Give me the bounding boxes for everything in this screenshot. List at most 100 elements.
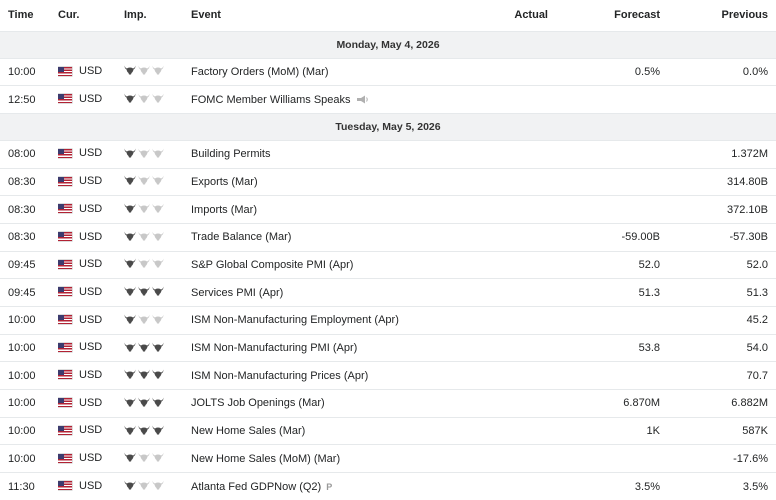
- forecast-value: [548, 140, 660, 169]
- event-name[interactable]: ISM Non-Manufacturing Prices (Apr): [191, 370, 368, 382]
- bull-icon: [138, 175, 150, 185]
- table-row[interactable]: 10:00 USD New Home Sales (MoM) (Mar) -17.6%: [0, 444, 776, 474]
- bull-icon: [152, 286, 164, 296]
- header-previous[interactable]: Previous: [660, 0, 776, 32]
- event-cell[interactable]: ISM Non-Manufacturing Employment (Apr): [191, 306, 481, 335]
- bull-icon: [138, 93, 150, 103]
- event-cell[interactable]: Exports (Mar): [191, 168, 481, 197]
- event-cell[interactable]: S&P Global Composite PMI (Apr): [191, 251, 481, 280]
- importance-bulls: [124, 65, 164, 75]
- importance-cell: [124, 334, 191, 363]
- event-name[interactable]: Atlanta Fed GDPNow (Q2): [191, 481, 321, 493]
- table-row[interactable]: 10:00 USD ISM Non-Manufacturing PMI (Apr) 5…: [0, 334, 776, 363]
- table-row[interactable]: 10:00 USD New Home Sales (Mar) 1K 587K: [0, 417, 776, 446]
- event-cell[interactable]: Imports (Mar): [191, 195, 481, 224]
- table-row[interactable]: 08:30 USD Imports (Mar) 372.10B: [0, 195, 776, 224]
- event-time: 12:50: [0, 85, 58, 114]
- event-name[interactable]: Exports (Mar): [191, 176, 258, 188]
- table-row[interactable]: 08:30 USD Exports (Mar) 314.80B: [0, 168, 776, 197]
- event-name[interactable]: New Home Sales (Mar): [191, 425, 305, 437]
- bull-icon: [124, 286, 136, 296]
- bull-icon: [152, 93, 164, 103]
- bull-icon: [138, 369, 150, 379]
- us-flag-icon: [58, 425, 72, 435]
- table-row[interactable]: 10:00 USD JOLTS Job Openings (Mar) 6.870M 6.…: [0, 389, 776, 418]
- currency-code: USD: [79, 285, 103, 298]
- event-cell[interactable]: Factory Orders (MoM) (Mar): [191, 58, 481, 87]
- table-row[interactable]: 08:30 USD Trade Balance (Mar) -59.00B -57.30…: [0, 223, 776, 252]
- us-flag-icon: [58, 94, 72, 104]
- table-row[interactable]: 09:45 USD Services PMI (Apr) 51.3 51.3: [0, 278, 776, 307]
- event-time: 08:30: [0, 223, 58, 252]
- event-time: 11:30: [8, 480, 35, 493]
- header-forecast[interactable]: Forecast: [548, 0, 660, 32]
- event-cell[interactable]: Trade Balance (Mar): [191, 223, 481, 252]
- event-name[interactable]: FOMC Member Williams Speaks: [191, 94, 351, 106]
- event-cell[interactable]: ISM Non-Manufacturing Prices (Apr): [191, 361, 481, 391]
- event-name[interactable]: Services PMI (Apr): [191, 287, 283, 299]
- bull-icon: [138, 397, 150, 407]
- table-header-row: Time Cur. Imp. Event Actual Forecast Pre…: [0, 0, 776, 32]
- forecast-value: [548, 168, 660, 197]
- table-row[interactable]: 12:50 USD FOMC Member Williams Speaks: [0, 85, 776, 114]
- us-flag-icon: [58, 148, 72, 158]
- event-cell[interactable]: New Home Sales (MoM) (Mar): [191, 444, 481, 474]
- importance-cell: [124, 444, 191, 474]
- table-row[interactable]: 09:45 USD S&P Global Composite PMI (Apr) 52…: [0, 251, 776, 280]
- bull-icon: [152, 258, 164, 268]
- importance-bulls: [124, 203, 164, 213]
- table-row[interactable]: 10:00 USD ISM Non-Manufacturing Prices (Ap…: [0, 361, 776, 391]
- event-name[interactable]: Building Permits: [191, 148, 270, 160]
- header-actual[interactable]: Actual: [481, 0, 548, 32]
- event-cell[interactable]: New Home Sales (Mar): [191, 417, 481, 446]
- currency-code: USD: [79, 452, 103, 465]
- event-name[interactable]: Imports (Mar): [191, 204, 257, 216]
- event-name[interactable]: Trade Balance (Mar): [191, 231, 291, 243]
- bull-icon: [152, 397, 164, 407]
- importance-bulls: [124, 314, 164, 324]
- currency-code: USD: [79, 479, 103, 492]
- actual-value: [481, 58, 548, 87]
- header-currency[interactable]: Cur.: [58, 0, 124, 32]
- preliminary-icon: P: [326, 481, 333, 492]
- event-cell[interactable]: Services PMI (Apr): [191, 278, 481, 307]
- previous-value: -17.6%: [660, 444, 776, 474]
- event-name[interactable]: JOLTS Job Openings (Mar): [191, 397, 325, 409]
- event-cell[interactable]: Atlanta Fed GDPNow (Q2) P: [191, 473, 481, 500]
- header-event[interactable]: Event: [191, 0, 481, 32]
- us-flag-icon: [58, 315, 72, 325]
- previous-value: 51.3: [660, 278, 776, 307]
- previous-value: 314.80B: [660, 168, 776, 197]
- event-name[interactable]: ISM Non-Manufacturing PMI (Apr): [191, 342, 357, 354]
- table-row[interactable]: 11:30 USD Atlanta Fed GDPNow (Q2) P 3.5% 3.5%: [0, 473, 776, 500]
- table-row[interactable]: 10:00 USD Factory Orders (MoM) (Mar) 0.5% 0.…: [0, 58, 776, 87]
- event-cell[interactable]: JOLTS Job Openings (Mar): [191, 389, 481, 418]
- actual-value: [481, 223, 548, 252]
- event-cell[interactable]: Building Permits: [191, 140, 481, 169]
- previous-value: 54.0: [660, 334, 776, 363]
- event-name[interactable]: S&P Global Composite PMI (Apr): [191, 259, 353, 271]
- table-row[interactable]: 08:00 USD Building Permits 1.372M: [0, 140, 776, 169]
- header-importance[interactable]: Imp.: [124, 0, 191, 32]
- importance-bulls: [124, 397, 164, 407]
- bull-icon: [138, 231, 150, 241]
- importance-bulls: [124, 93, 164, 103]
- event-cell[interactable]: ISM Non-Manufacturing PMI (Apr): [191, 334, 481, 363]
- event-name[interactable]: Factory Orders (MoM) (Mar): [191, 66, 329, 78]
- event-name[interactable]: ISM Non-Manufacturing Employment (Apr): [191, 314, 399, 326]
- currency-cell: USD: [58, 168, 124, 197]
- currency-code: USD: [79, 65, 103, 78]
- table-row[interactable]: 10:00 USD ISM Non-Manufacturing Employment…: [0, 306, 776, 335]
- bull-icon: [124, 425, 136, 435]
- importance-cell: [124, 473, 191, 500]
- forecast-value: 6.870M: [548, 389, 660, 418]
- us-flag-icon: [58, 453, 72, 463]
- us-flag-icon: [58, 66, 72, 76]
- currency-code: USD: [79, 230, 103, 243]
- event-name[interactable]: New Home Sales (MoM) (Mar): [191, 453, 340, 465]
- event-cell[interactable]: FOMC Member Williams Speaks: [191, 85, 481, 114]
- header-time[interactable]: Time: [0, 0, 58, 32]
- day-header-row: Monday, May 4, 2026: [0, 31, 776, 59]
- event-time: 10:00: [0, 361, 58, 391]
- forecast-value: [548, 85, 660, 114]
